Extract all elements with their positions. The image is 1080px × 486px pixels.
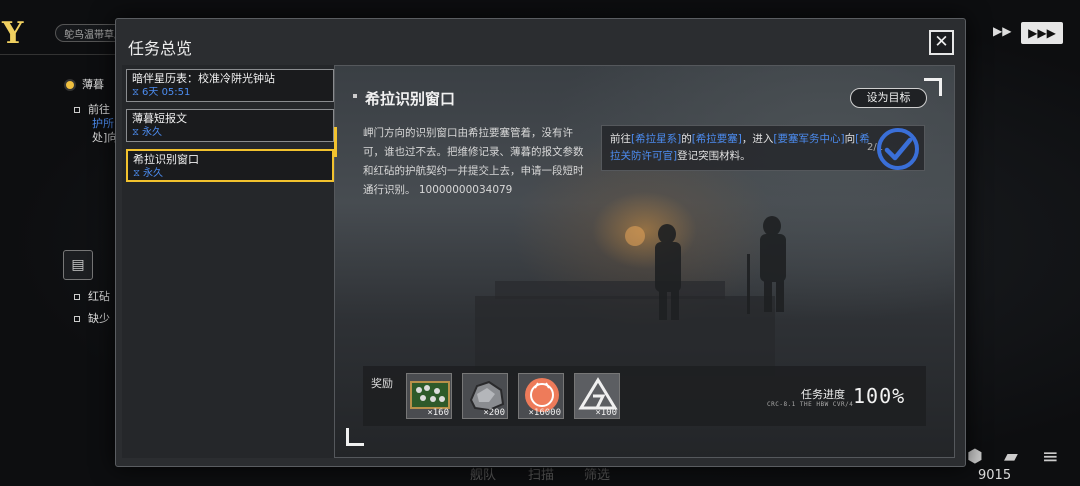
check-icon: [877, 128, 919, 170]
quest-list: 暗伴星历表：校准冷阱光钟站 ⧖ 6天 05:51 薄暮短报文 ⧖ 永久 希拉识别窗口…: [122, 65, 336, 458]
frame-corner: [924, 78, 942, 96]
folder-icon[interactable]: ▰: [1004, 446, 1018, 467]
frame-corner: [346, 428, 364, 446]
quest-list-item[interactable]: 薄暮短报文 ⧖ 永久: [126, 109, 334, 142]
tracker-row[interactable]: 缺少: [74, 310, 110, 326]
objective-text-part: 向: [844, 133, 856, 145]
quest-name: 希拉识别窗口: [133, 153, 199, 166]
quest-name: 暗伴星历表：校准冷阱光钟站: [132, 72, 275, 85]
objective-text: 前往[希拉星系]的[希拉要塞]，进入[要塞军务中心]向[希拉关防许可官]登记突围…: [610, 131, 870, 165]
close-button[interactable]: ✕: [929, 30, 954, 55]
rewards-label: 奖励: [371, 377, 393, 390]
fast-forward-button[interactable]: ▶▶: [993, 24, 1011, 38]
checkbox-icon: [74, 316, 80, 322]
resource-count: 9015: [978, 468, 1012, 483]
quest-time-value: 6天 05:51: [142, 87, 191, 98]
reward-qty: ×160: [427, 408, 449, 418]
fastest-button[interactable]: ▶▶▶: [1021, 22, 1063, 44]
progress-label: 任务进度: [801, 388, 845, 401]
objective-text-part: 登记突围材料。: [677, 150, 751, 162]
progress-value: 100%: [853, 384, 906, 408]
reward-item[interactable]: ×16000: [518, 373, 564, 419]
reward-qty: ×16000: [528, 408, 561, 418]
quest-list-item[interactable]: 暗伴星历表：校准冷阱光钟站 ⧖ 6天 05:51: [126, 69, 334, 102]
objective-text-part: ，进入: [741, 133, 774, 145]
quest-time-value: 永久: [142, 127, 163, 138]
quest-time: ⧖ 永久: [132, 126, 328, 139]
quest-time: ⧖ 永久: [133, 167, 327, 180]
reward-qty: ×100: [595, 408, 617, 418]
objective-link[interactable]: [希拉星系]: [631, 133, 681, 145]
selection-marker: [334, 127, 337, 157]
reward-item[interactable]: ×100: [574, 373, 620, 419]
quest-overview-dialog: 任务总览 ✕ 暗伴星历表：校准冷阱光钟站 ⧖ 6天 05:51 薄暮短报文 ⧖ 永久…: [115, 18, 966, 467]
quest-list-item-selected[interactable]: 希拉识别窗口 ⧖ 永久: [126, 149, 334, 182]
objective-text-part: 的: [681, 133, 692, 145]
reward-qty: ×200: [483, 408, 505, 418]
reward-item[interactable]: ×200: [462, 373, 508, 419]
objective-text-part: 前往: [610, 133, 631, 145]
tracker-text: 红砧: [88, 290, 110, 303]
dialog-title: 任务总览: [128, 39, 193, 58]
objective-link[interactable]: [要塞军务中心]: [773, 133, 844, 145]
game-logo[interactable]: Y: [2, 16, 46, 52]
game-screen: Y 鸵鸟温带草原 薄暮 前往 护所 处]向 红砧 缺少 ▤ ▶▶ ▶▶▶ 舰队 …: [0, 0, 1080, 486]
hourglass-icon: ⧖: [132, 87, 140, 98]
title-bullet: [353, 94, 357, 98]
tracker-row[interactable]: 薄暮: [66, 76, 104, 92]
reward-item[interactable]: ×160: [406, 373, 452, 419]
quest-description: 岬门方向的识别窗口由希拉要塞管着，没有许可，谁也过不去。把维修记录、薄暮的报文参…: [363, 127, 584, 196]
quest-title: 希拉识别窗口: [365, 90, 456, 108]
quest-name: 薄暮短报文: [132, 112, 187, 125]
tracker-text: 薄暮: [82, 78, 104, 91]
speed-controls: ▶▶ ▶▶▶: [985, 22, 1063, 44]
tracker-text: 缺少: [88, 312, 110, 325]
set-target-button[interactable]: 设为目标: [850, 88, 927, 108]
hourglass-icon: ⧖: [133, 168, 141, 179]
progress-code: CRC-8.1 THE HBW CVR/4: [767, 401, 854, 408]
quest-time-value: 永久: [143, 168, 164, 179]
rewards-bar: 奖励 ×160 ×200 ×16000 ×100 任务进度 CRC-8.1 TH…: [363, 366, 926, 426]
quest-objective[interactable]: 前往[希拉星系]的[希拉要塞]，进入[要塞军务中心]向[希拉关防许可官]登记突围…: [601, 125, 925, 171]
cube-icon[interactable]: ⬢: [967, 446, 983, 467]
menu-icon[interactable]: ≡: [1042, 444, 1059, 468]
quest-time: ⧖ 6天 05:51: [132, 86, 328, 99]
checkbox-icon: [74, 107, 80, 113]
document-icon[interactable]: ▤: [63, 250, 93, 280]
hourglass-icon: ⧖: [132, 127, 140, 138]
objective-link[interactable]: [希拉要塞]: [692, 133, 742, 145]
active-dot-icon: [66, 81, 74, 89]
tracker-row[interactable]: 红砧: [74, 288, 110, 304]
quest-detail-panel: 希拉识别窗口 设为目标 岬门方向的识别窗口由希拉要塞管着，没有许可，谁也过不去。…: [334, 65, 955, 458]
checkbox-icon: [74, 294, 80, 300]
